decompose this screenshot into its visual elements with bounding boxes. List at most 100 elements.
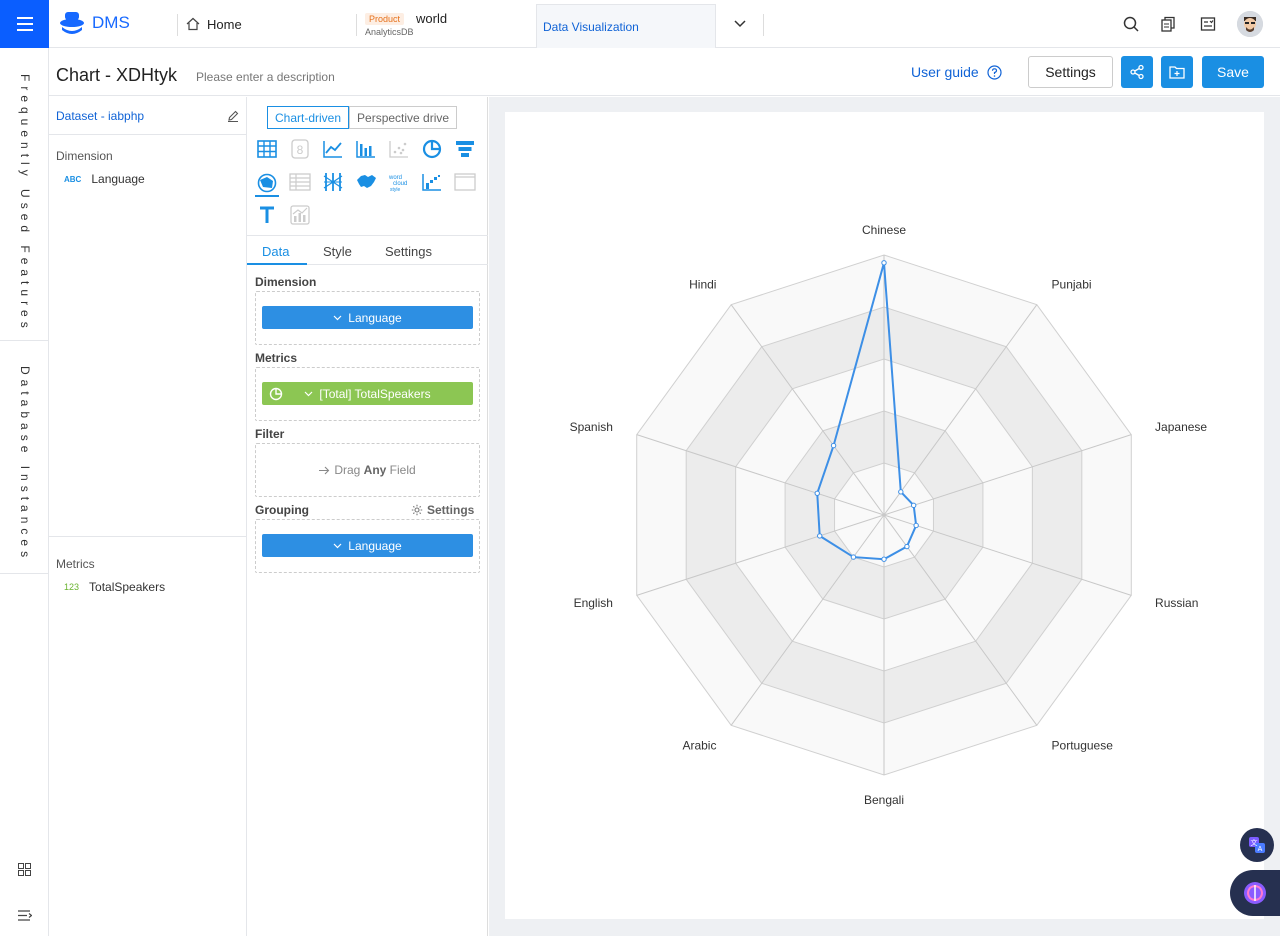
text-chart-icon[interactable] (255, 203, 279, 227)
filter-hint-pre: Drag (334, 463, 364, 477)
radar-indicator-label: Japanese (1155, 420, 1207, 434)
dataset-name[interactable]: Dataset - iabphp (56, 109, 144, 123)
metrics-dropzone[interactable]: [Total] TotalSpeakers (255, 367, 480, 421)
radar-indicator-label: English (574, 596, 613, 610)
tab-data[interactable]: Data (262, 244, 289, 259)
save-button[interactable]: Save (1202, 56, 1264, 88)
tab-data-visualization-label: Data Visualization (543, 19, 639, 34)
radar-indicator-label: Chinese (862, 223, 906, 237)
radar-data-point[interactable] (817, 533, 823, 539)
collapse-rail-button[interactable] (18, 908, 33, 926)
scatter-chart-icon[interactable] (387, 137, 411, 161)
workorder-button[interactable] (1158, 14, 1178, 34)
filter-dropzone[interactable]: Drag Any Field (255, 443, 480, 497)
chart-driven-tab[interactable]: Chart-driven (267, 106, 350, 129)
tasks-button[interactable] (1198, 14, 1218, 34)
pivot-table-icon[interactable] (288, 170, 312, 194)
user-avatar-icon (1237, 11, 1263, 37)
grouping-pill-label: Language (348, 538, 402, 553)
number-card-icon[interactable]: 8 (288, 137, 312, 161)
filter-hint-post: Field (386, 463, 416, 477)
line-chart-icon[interactable] (321, 137, 345, 161)
tab-settings[interactable]: Settings (385, 244, 432, 259)
tabs-dropdown-button[interactable] (730, 14, 750, 34)
table-chart-icon[interactable] (255, 137, 279, 161)
grid-icon (18, 863, 31, 876)
radar-data-point[interactable] (850, 554, 857, 560)
metric-field-totalspeakers[interactable]: 123 TotalSpeakers (49, 577, 246, 597)
word-cloud-icon[interactable]: word cloud style (387, 170, 411, 194)
metric-pill[interactable]: [Total] TotalSpeakers (262, 382, 473, 405)
chevron-down-icon (304, 391, 313, 396)
svg-text:8: 8 (297, 143, 304, 157)
parallel-chart-icon[interactable] (321, 170, 345, 194)
settings-button[interactable]: Settings (1028, 56, 1113, 88)
step-chart-icon[interactable] (420, 170, 444, 194)
metrics-label: Metrics (255, 351, 298, 365)
user-guide-link[interactable]: User guide (911, 64, 1002, 80)
dataset-header: Dataset - iabphp (49, 97, 246, 135)
radar-data-point[interactable] (910, 502, 917, 509)
save-to-folder-button[interactable] (1161, 56, 1193, 88)
description-input[interactable]: Please enter a description (196, 70, 335, 84)
bar-chart-icon[interactable] (354, 137, 378, 161)
ai-assistant-button[interactable] (1230, 870, 1280, 916)
edit-icon[interactable] (227, 110, 239, 122)
rail-divider (0, 573, 48, 574)
dms-logo[interactable]: DMS (58, 10, 130, 36)
tab-world[interactable]: Product world AnalyticsDB (365, 0, 447, 48)
task-list-icon (1200, 17, 1216, 31)
radar-data-point[interactable] (881, 260, 887, 266)
radar-data-point[interactable] (913, 522, 919, 529)
funnel-chart-icon[interactable] (453, 137, 477, 161)
left-rail: Frequently Used Features Database Instan… (0, 48, 49, 936)
dimension-dropzone[interactable]: Language (255, 291, 480, 345)
chart-card[interactable]: Chinese Punjabi Japanese Russian Portuguese B… (505, 112, 1264, 919)
search-icon (1123, 16, 1139, 32)
grouping-dropzone[interactable]: Language (255, 519, 480, 573)
chevron-down-icon (734, 20, 746, 28)
string-type-tag: ABC (64, 174, 82, 184)
grouping-settings-button[interactable]: Settings (411, 503, 474, 517)
combo-chart-icon[interactable] (288, 203, 312, 227)
dimension-pill[interactable]: Language (262, 306, 473, 329)
chevron-down-icon (333, 315, 342, 320)
radar-data-point[interactable] (830, 442, 837, 449)
radar-data-point[interactable] (898, 489, 904, 495)
hamburger-menu-button[interactable] (0, 0, 49, 48)
radar-chart: Chinese Punjabi Japanese Russian Portuguese B… (570, 223, 1208, 807)
mode-switch: Chart-driven Perspective drive (267, 106, 458, 129)
section-divider (49, 536, 246, 537)
radar-data-point[interactable] (904, 543, 910, 550)
map-chart-icon[interactable] (354, 170, 378, 194)
apps-grid-button[interactable] (18, 863, 31, 881)
avatar[interactable] (1237, 11, 1263, 37)
translate-assistant-button[interactable]: 文A (1240, 828, 1274, 862)
product-badge: Product (365, 12, 405, 25)
grouping-label: Grouping (255, 503, 309, 517)
radar-indicator-label: Hindi (689, 277, 716, 291)
share-button[interactable] (1121, 56, 1153, 88)
grouping-pill[interactable]: Language (262, 534, 473, 557)
frame-chart-icon[interactable] (453, 170, 477, 194)
perspective-drive-tab[interactable]: Perspective drive (349, 106, 458, 129)
radar-data-point[interactable] (814, 490, 820, 497)
radar-indicator-label: Portuguese (1052, 739, 1114, 753)
tab-divider (356, 14, 357, 36)
tab-home-label: Home (207, 16, 242, 32)
tab-world-sub: AnalyticsDB (365, 27, 414, 37)
radar-data-point[interactable] (881, 556, 887, 562)
arrow-right-icon (319, 466, 330, 474)
tab-home[interactable]: Home (186, 0, 242, 48)
radar-chart-icon[interactable] (255, 170, 279, 197)
search-button[interactable] (1121, 14, 1141, 34)
tab-world-label: world (416, 11, 448, 26)
tab-style[interactable]: Style (323, 244, 352, 259)
dimension-field-language[interactable]: ABC Language (49, 169, 246, 189)
pie-chart-icon[interactable] (420, 137, 444, 161)
radar-indicator-label: Bengali (864, 793, 904, 807)
chart-title[interactable]: Chart - XDHtyk (56, 65, 177, 86)
tab-data-visualization[interactable]: Data Visualization (536, 4, 716, 48)
database-instances-tab[interactable]: Database Instances (18, 366, 32, 562)
frequently-used-features-tab[interactable]: Frequently Used Features (18, 74, 32, 333)
